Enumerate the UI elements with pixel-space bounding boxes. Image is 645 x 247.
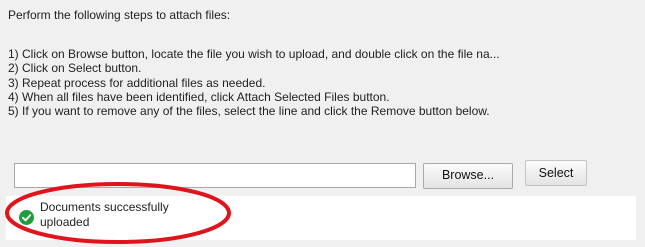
instructions-steps: 1) Click on Browse button, locate the fi… <box>8 47 636 118</box>
status-line: Documents successfully <box>40 200 169 214</box>
check-circle-icon <box>19 210 34 225</box>
instruction-step: 5) If you want to remove any of the file… <box>8 104 490 119</box>
status-text: Documents successfully uploaded <box>40 200 240 230</box>
instruction-step: 1) Click on Browse button, locate the fi… <box>8 47 500 61</box>
instruction-step: 2) Click on Select button. <box>8 61 142 76</box>
upload-status-message: Documents successfully uploaded <box>6 196 636 240</box>
attach-files-panel: Perform the following steps to attach fi… <box>0 0 645 247</box>
instruction-step: 4) When all files have been identified, … <box>8 89 390 104</box>
file-path-input[interactable] <box>14 163 416 188</box>
select-button[interactable]: Select <box>525 160 587 186</box>
status-line: uploaded <box>40 215 90 229</box>
instruction-step: 3) Repeat process for additional files a… <box>8 75 266 90</box>
browse-button[interactable]: Browse... <box>423 163 513 189</box>
instructions-heading: Perform the following steps to attach fi… <box>8 8 231 22</box>
